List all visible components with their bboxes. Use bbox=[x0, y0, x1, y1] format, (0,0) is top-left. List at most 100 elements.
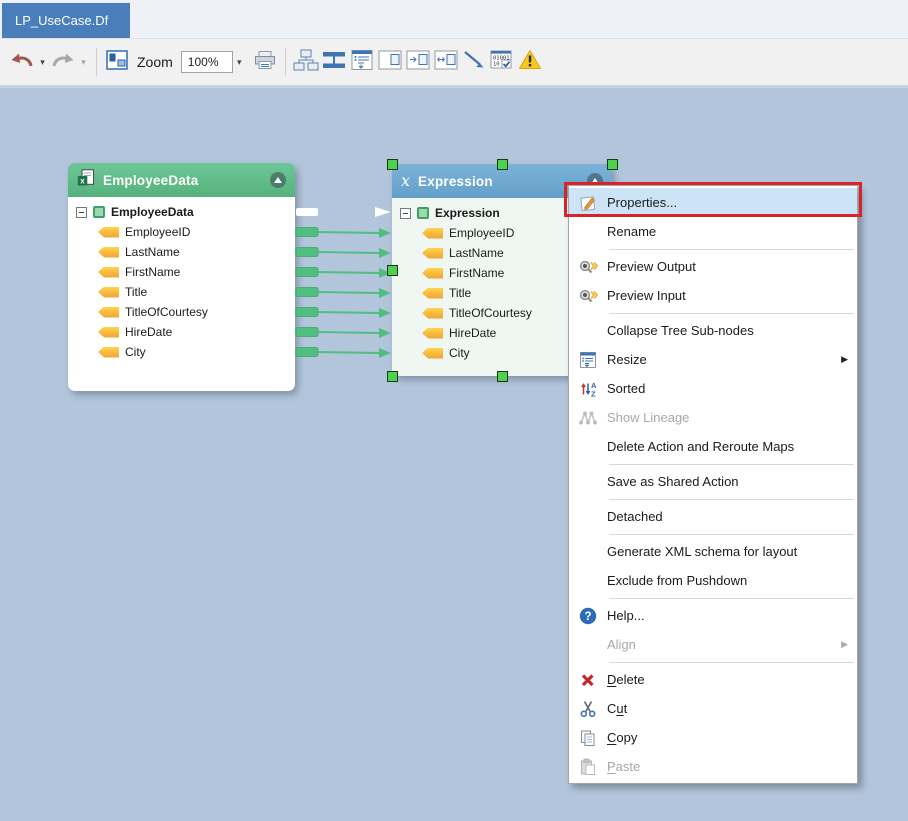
overview-panel-button[interactable] bbox=[104, 46, 130, 78]
output-port[interactable] bbox=[296, 308, 318, 317]
field-tag-icon bbox=[422, 328, 443, 339]
field-row[interactable]: HireDate bbox=[68, 322, 295, 342]
menu-item-save-as-shared-action[interactable]: Save as Shared Action bbox=[569, 467, 857, 496]
side-panel-double-arrow-button[interactable] bbox=[433, 46, 459, 78]
expression-x-icon: x bbox=[401, 173, 410, 189]
record-node-icon bbox=[417, 207, 429, 219]
output-port[interactable] bbox=[296, 348, 318, 357]
selection-handle[interactable] bbox=[497, 371, 508, 382]
svg-text:x: x bbox=[80, 176, 85, 185]
menu-separator bbox=[609, 499, 854, 500]
menu-item-copy[interactable]: Copy bbox=[569, 723, 857, 752]
menu-item-preview-input[interactable]: Preview Input bbox=[569, 281, 857, 310]
field-tag-icon bbox=[98, 227, 119, 238]
binary-check-icon: 0100110 bbox=[490, 49, 514, 76]
output-port[interactable] bbox=[296, 268, 318, 277]
field-row[interactable]: TitleOfCourtesy bbox=[68, 302, 295, 322]
field-tag-icon bbox=[98, 347, 119, 358]
warning-triangle-button[interactable] bbox=[517, 46, 543, 78]
edit-properties-icon bbox=[569, 194, 607, 212]
collapse-expander-icon[interactable] bbox=[400, 208, 411, 219]
field-row[interactable]: EmployeeID bbox=[68, 222, 295, 242]
redo-dropdown-caret[interactable]: ▾ bbox=[77, 46, 90, 78]
field-tag-icon bbox=[98, 287, 119, 298]
menu-item-detached[interactable]: Detached bbox=[569, 502, 857, 531]
connector-line bbox=[318, 232, 379, 233]
selection-handle[interactable] bbox=[607, 159, 618, 170]
svg-text:Z: Z bbox=[591, 389, 596, 398]
horizontal-layout-button[interactable] bbox=[321, 46, 347, 78]
print-button[interactable] bbox=[252, 46, 278, 78]
side-panel-double-arrow-icon bbox=[434, 50, 458, 75]
scissors-icon bbox=[569, 700, 607, 718]
record-node-icon bbox=[93, 206, 105, 218]
redo-button[interactable] bbox=[50, 46, 76, 78]
menu-item-rename[interactable]: Rename bbox=[569, 217, 857, 246]
menu-item-paste: Paste bbox=[569, 752, 857, 781]
printer-icon bbox=[253, 50, 277, 75]
output-port[interactable] bbox=[296, 228, 318, 237]
menu-item-generate-xml-schema-for-layout[interactable]: Generate XML schema for layout bbox=[569, 537, 857, 566]
side-panel-arrow-in-button[interactable] bbox=[405, 46, 431, 78]
zoom-value: 100% bbox=[188, 55, 219, 69]
field-row[interactable]: Title bbox=[68, 282, 295, 302]
side-panel-arrow-in-icon bbox=[406, 50, 430, 75]
output-port[interactable] bbox=[296, 328, 318, 337]
zoom-label: Zoom bbox=[137, 54, 173, 70]
menu-item-collapse-tree-sub-nodes[interactable]: Collapse Tree Sub-nodes bbox=[569, 316, 857, 345]
field-label: LastName bbox=[449, 246, 504, 260]
connector-line bbox=[318, 312, 379, 313]
paste-clipboard-icon bbox=[569, 758, 607, 776]
tree-root-row[interactable]: EmployeeData bbox=[68, 202, 295, 222]
diagonal-arrow-button[interactable] bbox=[461, 46, 487, 78]
zoom-dropdown-caret[interactable]: ▾ bbox=[233, 46, 246, 78]
field-row[interactable]: LastName bbox=[68, 242, 295, 262]
selection-handle[interactable] bbox=[497, 159, 508, 170]
menu-item-help[interactable]: ?Help... bbox=[569, 601, 857, 630]
selection-handle[interactable] bbox=[387, 265, 398, 276]
menu-item-resize[interactable]: Resize▶ bbox=[569, 345, 857, 374]
menu-item-delete-action-and-reroute-maps[interactable]: Delete Action and Reroute Maps bbox=[569, 432, 857, 461]
field-label: HireDate bbox=[449, 326, 496, 340]
output-port[interactable] bbox=[296, 248, 318, 257]
menu-separator bbox=[609, 464, 854, 465]
field-tag-icon bbox=[98, 327, 119, 338]
menu-item-properties[interactable]: Properties... bbox=[569, 188, 857, 217]
org-chart-layout-button[interactable] bbox=[293, 46, 319, 78]
connector-line bbox=[318, 252, 379, 253]
node-employeedata[interactable]: x EmployeeData EmployeeData EmployeeIDLa… bbox=[68, 163, 295, 391]
tab-lp-usecase[interactable]: LP_UseCase.Df bbox=[2, 3, 130, 38]
menu-item-cut[interactable]: Cut bbox=[569, 694, 857, 723]
side-panel-button[interactable] bbox=[377, 46, 403, 78]
connector-line bbox=[318, 292, 379, 293]
undo-button[interactable] bbox=[9, 46, 35, 78]
root-output-port[interactable] bbox=[296, 208, 318, 216]
node-employeedata-header[interactable]: x EmployeeData bbox=[68, 163, 295, 197]
node-title: Expression bbox=[418, 174, 579, 189]
undo-dropdown-caret[interactable]: ▾ bbox=[36, 46, 49, 78]
output-port[interactable] bbox=[296, 288, 318, 297]
menu-item-label: Resize bbox=[607, 352, 647, 367]
menu-item-label: Show Lineage bbox=[607, 410, 689, 425]
collapse-node-button[interactable] bbox=[270, 172, 286, 188]
menu-item-delete[interactable]: Delete bbox=[569, 665, 857, 694]
expand-list-button[interactable] bbox=[349, 46, 375, 78]
connector-arrow-icon bbox=[379, 228, 391, 238]
menu-item-sorted[interactable]: AZSorted bbox=[569, 374, 857, 403]
zoom-select[interactable]: 100% bbox=[181, 51, 233, 73]
field-row[interactable]: FirstName bbox=[68, 262, 295, 282]
collapse-expander-icon[interactable] bbox=[76, 207, 87, 218]
field-row[interactable]: City bbox=[68, 342, 295, 362]
field-label: City bbox=[125, 345, 146, 359]
selection-handle[interactable] bbox=[387, 159, 398, 170]
field-label: Title bbox=[449, 286, 471, 300]
chevron-up-icon bbox=[274, 177, 282, 183]
field-tag-icon bbox=[98, 307, 119, 318]
menu-item-preview-output[interactable]: Preview Output bbox=[569, 252, 857, 281]
menu-item-label: Copy bbox=[607, 730, 637, 745]
selection-handle[interactable] bbox=[387, 371, 398, 382]
tree-root-label: Expression bbox=[435, 206, 500, 220]
tree-root-label: EmployeeData bbox=[111, 205, 194, 219]
menu-item-exclude-from-pushdown[interactable]: Exclude from Pushdown bbox=[569, 566, 857, 595]
binary-check-button[interactable]: 0100110 bbox=[489, 46, 515, 78]
